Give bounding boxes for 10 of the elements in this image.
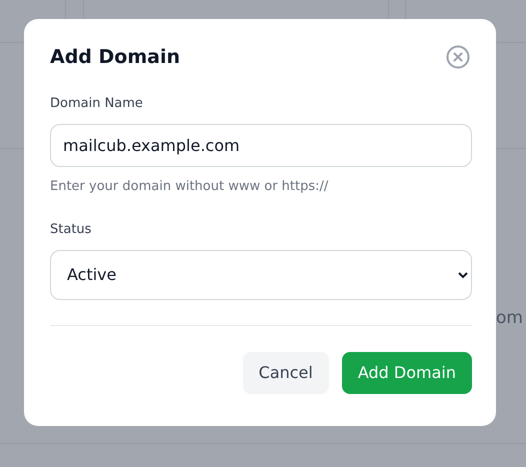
close-button[interactable]: [446, 45, 470, 69]
field-label: Domain Name: [50, 95, 144, 113]
background-text: om: [496, 307, 523, 330]
dialog-title: Add Domain: [50, 46, 180, 68]
field-label: Status: [50, 221, 92, 239]
close-icon: [446, 45, 470, 69]
help-text: Enter your domain without www or https://: [50, 178, 330, 196]
domain-input[interactable]: mailcub.example.com: [50, 124, 472, 166]
status-select[interactable]: Active: [50, 250, 472, 300]
cancel-button[interactable]: Cancel: [242, 352, 329, 394]
